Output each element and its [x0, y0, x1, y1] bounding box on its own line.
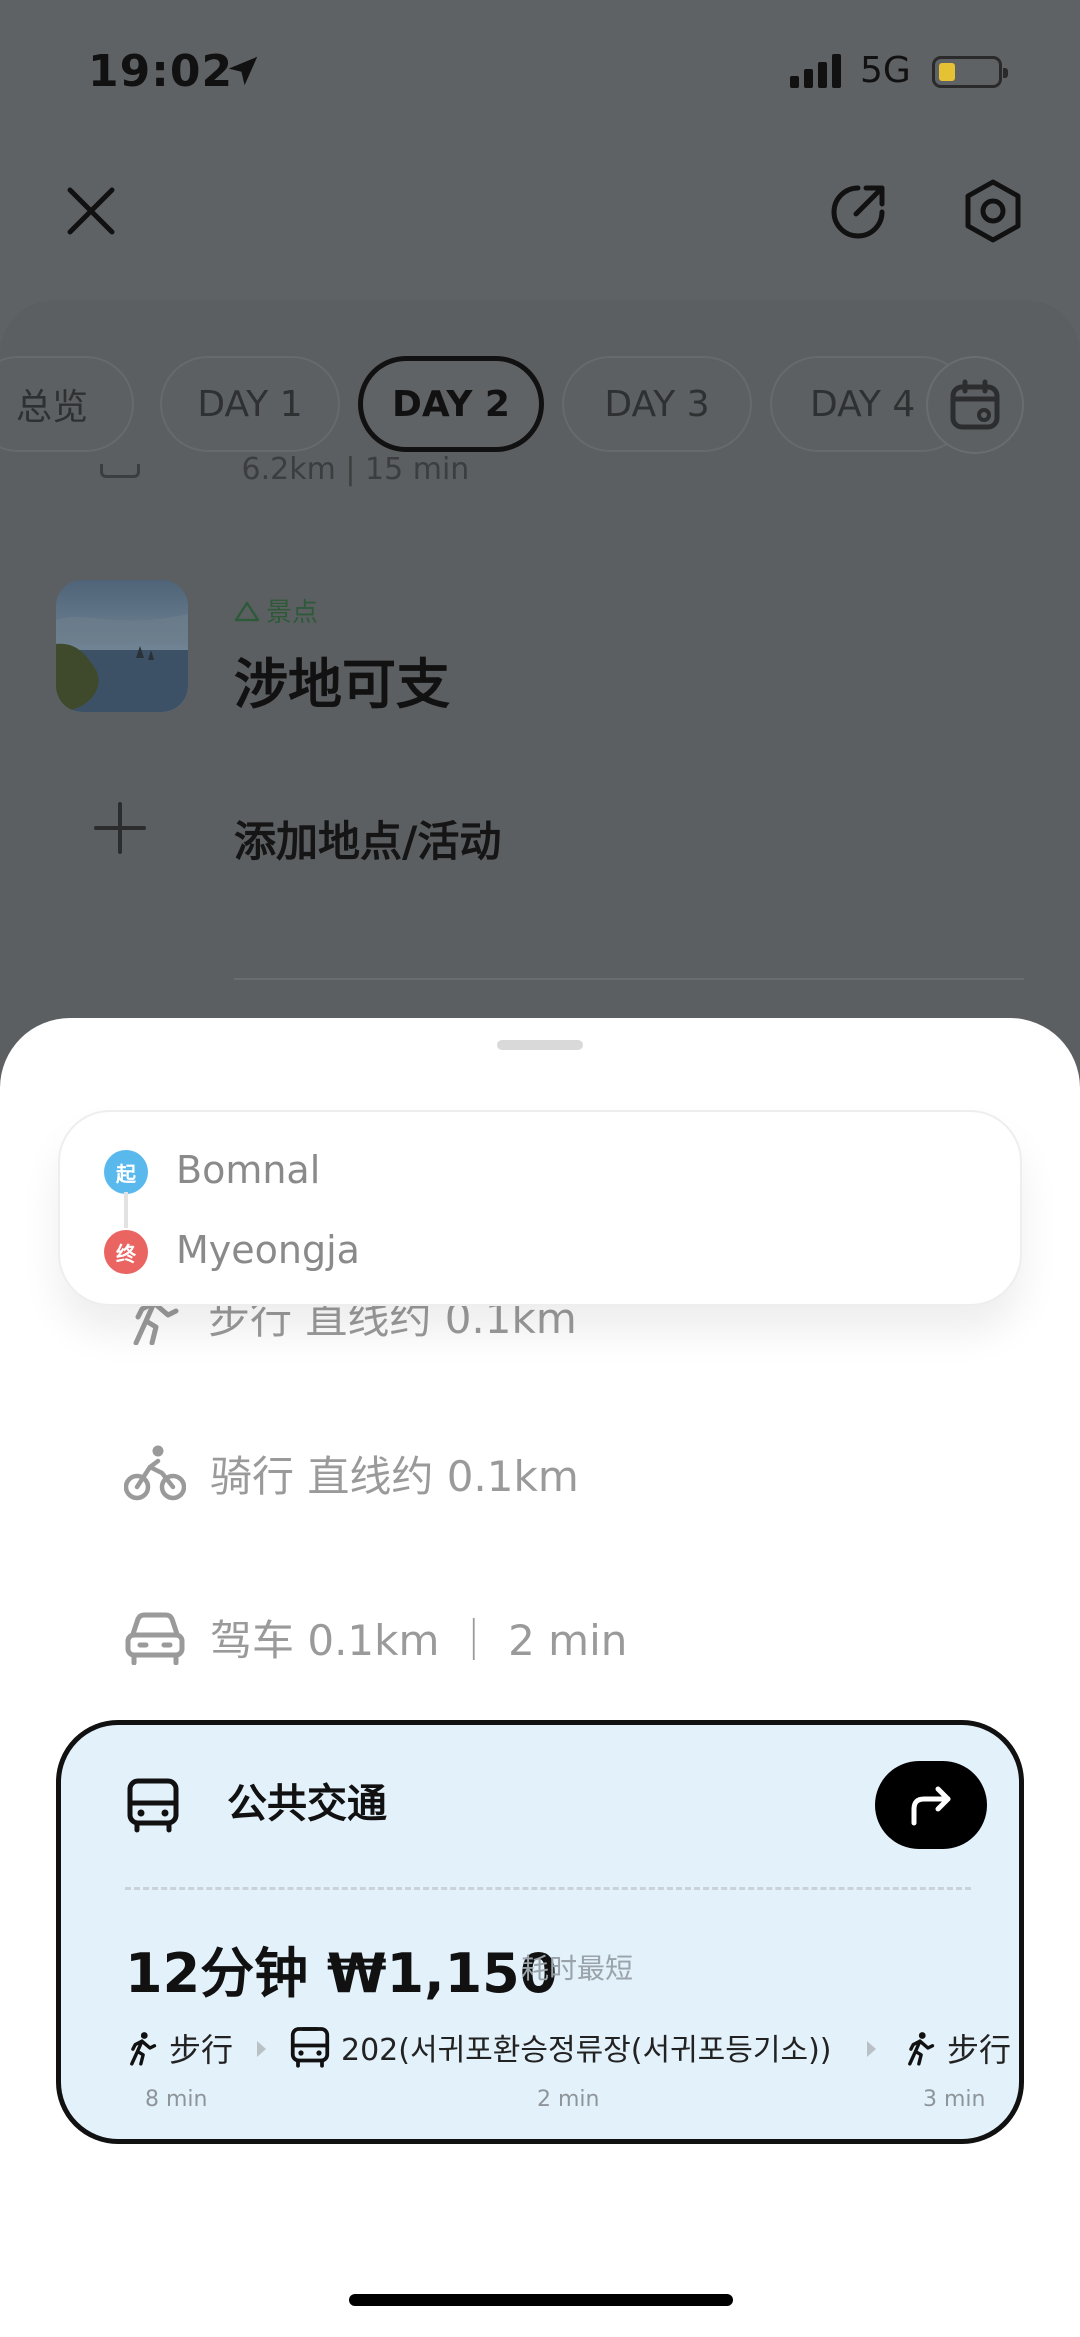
- route-connector: [124, 1192, 128, 1228]
- start-badge: 起: [104, 1150, 148, 1194]
- sheet-drag-handle[interactable]: [497, 1040, 583, 1050]
- route-peek-text: 6.2km | 15 min: [241, 452, 470, 487]
- place-category-label: 景点: [266, 598, 319, 628]
- home-indicator[interactable]: [349, 2294, 733, 2306]
- network-type: 5G: [860, 50, 911, 91]
- settings-icon[interactable]: [958, 176, 1028, 246]
- walk-icon: [130, 2032, 157, 2066]
- car-icon: [125, 1612, 185, 1665]
- turn-right-arrow-icon: [911, 1786, 951, 1826]
- fastest-badge: 耗时最短: [521, 1952, 634, 1985]
- divider: [234, 978, 1024, 980]
- segment-arrow-icon: [867, 2041, 876, 2057]
- plus-icon[interactable]: [92, 800, 148, 856]
- mode-bike-label: 骑行 直线约 0.1km: [210, 1451, 579, 1501]
- bike-icon: [124, 1445, 186, 1501]
- tab-day-1[interactable]: DAY 1: [160, 356, 340, 452]
- close-icon[interactable]: [56, 176, 126, 246]
- transit-title: 公共交通: [227, 1781, 387, 1827]
- segment-walk-1: 步行: [125, 2025, 233, 2071]
- segment-duration: 8 min: [145, 2087, 208, 2112]
- segment-label: 步行: [947, 2031, 1012, 2069]
- calendar-button[interactable]: [926, 356, 1024, 454]
- transit-summary: 12分钟 ₩1,150: [125, 1942, 558, 2005]
- car-icon: [100, 463, 140, 478]
- route-peek-row: 6.2km | 15 min: [100, 452, 469, 487]
- add-place-button[interactable]: 添加地点/活动: [234, 808, 501, 869]
- status-bar: 19:02 5G: [0, 0, 1080, 140]
- segment-walk-2: 步行: [903, 2025, 1011, 2071]
- share-icon[interactable]: [822, 176, 894, 248]
- end-location[interactable]: Myeongja: [176, 1228, 360, 1272]
- tab-day-2[interactable]: DAY 2: [358, 356, 544, 452]
- battery-icon: [932, 56, 1008, 88]
- place-name[interactable]: 涉地可支: [234, 640, 450, 719]
- mode-drive-label: 驾车 0.1km ｜ 2 min: [210, 1615, 628, 1665]
- calendar-icon: [950, 379, 1000, 430]
- walk-icon: [908, 2032, 935, 2066]
- route-endpoints-card: 起 终 Bomnal Myeongja: [58, 1110, 1022, 1306]
- signal-icon: [790, 54, 841, 88]
- route-bottom-sheet: 起 终 Bomnal Myeongja 步行 直线约 0.1km 骑行 直线约 …: [0, 1018, 1080, 2337]
- segment-arrow-icon: [257, 2041, 266, 2057]
- transit-option-card[interactable]: 公共交通 12分钟 ₩1,150 耗时最短 步行 202(서귀포환승정류장(서귀…: [56, 1720, 1024, 2144]
- status-time: 19:02: [88, 46, 234, 97]
- place-thumbnail[interactable]: [56, 580, 188, 712]
- start-location[interactable]: Bomnal: [176, 1148, 320, 1192]
- dashed-divider: [125, 1887, 971, 1890]
- mode-drive[interactable]: 驾车 0.1km ｜ 2 min: [124, 1602, 627, 1672]
- segment-duration: 2 min: [537, 2087, 600, 2112]
- day-tabs: 总览 DAY 1 DAY 2 DAY 3 DAY 4: [0, 356, 1080, 456]
- tab-overview[interactable]: 总览: [0, 356, 134, 452]
- location-arrow-icon: [228, 56, 258, 86]
- end-badge: 终: [104, 1230, 148, 1274]
- bus-icon: [290, 2027, 330, 2068]
- mountain-icon: [234, 601, 260, 621]
- bus-icon: [127, 1778, 179, 1833]
- navigate-button[interactable]: [875, 1761, 987, 1849]
- segment-label: 202(서귀포환승정류장(서귀포등기소)): [341, 2033, 832, 2068]
- segment-duration: 3 min: [923, 2087, 986, 2112]
- segment-bus: 202(서귀포환승정류장(서귀포등기소)): [289, 2025, 831, 2069]
- place-category: 景点: [234, 592, 318, 629]
- tab-day-3[interactable]: DAY 3: [562, 356, 752, 452]
- segment-label: 步行: [169, 2031, 234, 2069]
- mode-bike[interactable]: 骑行 直线约 0.1km: [124, 1438, 579, 1508]
